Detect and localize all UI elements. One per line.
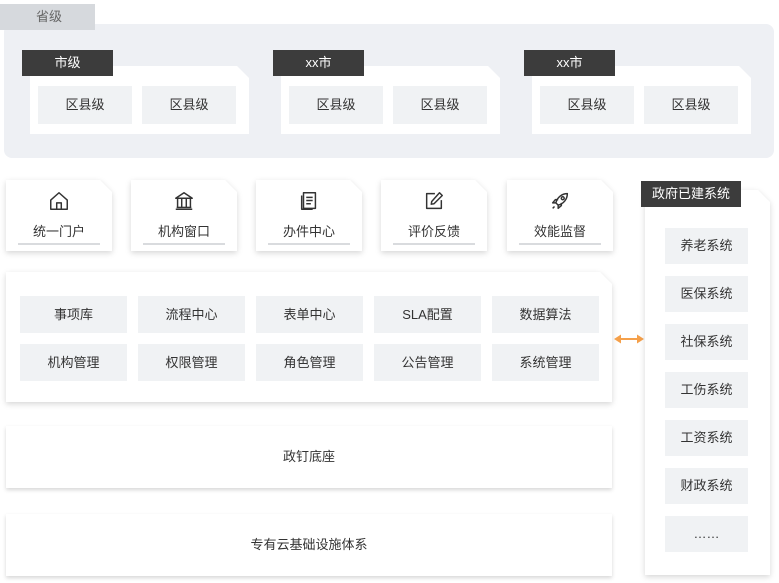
capability-panel: 事项库 流程中心 表单中心 SLA配置 数据算法 机构管理 权限管理 角色管理 …: [6, 272, 612, 402]
city-card-1: 市级 区县级 区县级: [22, 50, 249, 134]
system-item: 养老系统: [665, 228, 748, 264]
portal-card-feedback: 评价反馈: [381, 180, 487, 251]
capability-item: 事项库: [20, 296, 127, 333]
capability-item: 流程中心: [138, 296, 245, 333]
capability-item: 机构管理: [20, 344, 127, 381]
layer-cloud-infrastructure: 专有云基础设施体系: [6, 514, 612, 576]
system-item: 社保系统: [665, 324, 748, 360]
portal-card-cases: 办件中心: [256, 180, 362, 251]
portal-card-unified: 统一门户: [6, 180, 112, 251]
county-box: 区县级: [393, 86, 487, 124]
city-tab-2: xx市: [273, 50, 364, 76]
portal-card-supervision: 效能监督: [507, 180, 613, 251]
portal-label: 办件中心: [268, 221, 350, 245]
portal-label: 机构窗口: [143, 221, 225, 245]
capability-item: 权限管理: [138, 344, 245, 381]
portal-label: 统一门户: [18, 221, 100, 245]
capability-panel-body: [6, 272, 612, 402]
city-card-3: xx市 区县级 区县级: [524, 50, 751, 134]
county-box: 区县级: [142, 86, 236, 124]
system-item-more: ……: [665, 516, 748, 552]
system-item: 工资系统: [665, 420, 748, 456]
bank-icon: [131, 190, 237, 212]
capability-item: 系统管理: [492, 344, 599, 381]
home-icon: [6, 190, 112, 212]
system-item: 医保系统: [665, 276, 748, 312]
document-icon: [256, 190, 362, 212]
county-box: 区县级: [38, 86, 132, 124]
capability-item: 表单中心: [256, 296, 363, 333]
portal-label: 效能监督: [519, 221, 601, 245]
rocket-icon: [507, 190, 613, 212]
capability-item: 公告管理: [374, 344, 481, 381]
city-tab-3: xx市: [524, 50, 615, 76]
county-box: 区县级: [289, 86, 383, 124]
layer-dingtalk-base: 政钉底座: [6, 426, 612, 488]
city-card-2: xx市 区县级 区县级: [273, 50, 500, 134]
existing-systems-title: 政府已建系统: [641, 181, 741, 207]
system-item: 财政系统: [665, 468, 748, 504]
capability-item: 数据算法: [492, 296, 599, 333]
portal-label: 评价反馈: [393, 221, 475, 245]
capability-item: 角色管理: [256, 344, 363, 381]
bidirectional-arrow-icon: [613, 331, 645, 347]
edit-icon: [381, 190, 487, 212]
system-item: 工伤系统: [665, 372, 748, 408]
capability-item: SLA配置: [374, 296, 481, 333]
county-box: 区县级: [540, 86, 634, 124]
county-box: 区县级: [644, 86, 738, 124]
province-tab: 省级: [0, 4, 95, 30]
city-tab-1: 市级: [22, 50, 113, 76]
portal-card-window: 机构窗口: [131, 180, 237, 251]
